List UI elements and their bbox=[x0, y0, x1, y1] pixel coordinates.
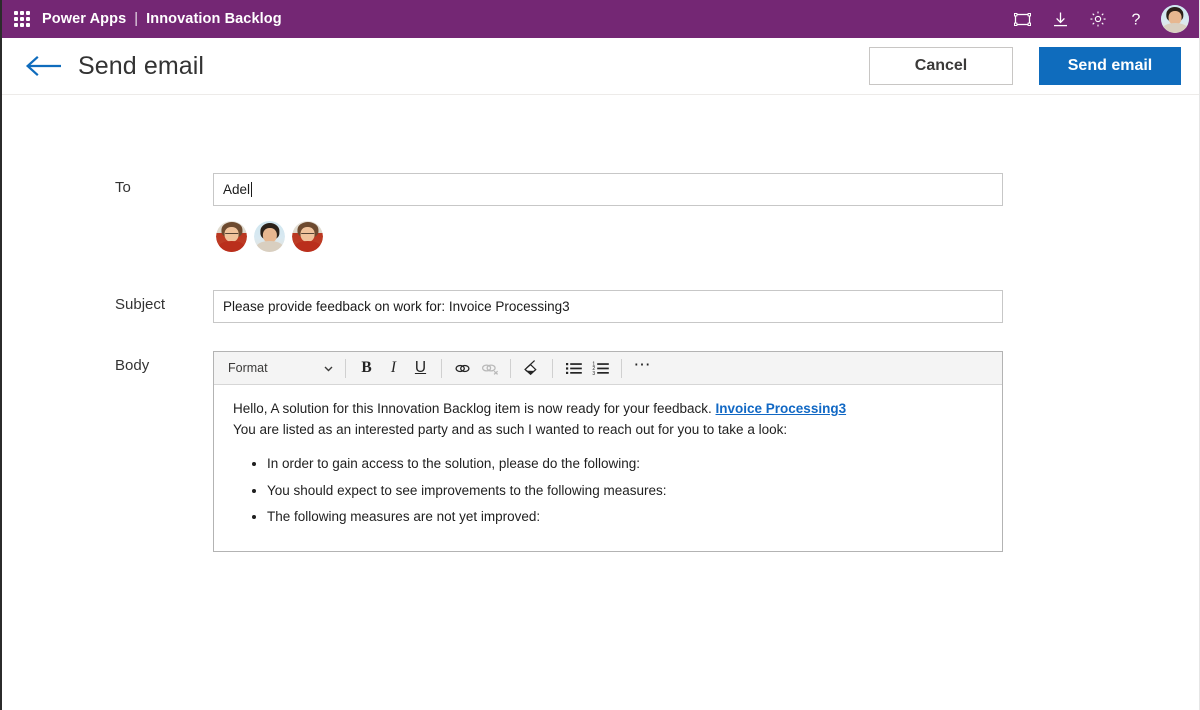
app-name: Power Apps bbox=[42, 11, 127, 27]
toolbar-divider bbox=[621, 358, 622, 378]
fit-to-screen-icon[interactable] bbox=[1003, 0, 1041, 38]
brand-title[interactable]: Power Apps | Innovation Backlog bbox=[42, 11, 282, 27]
body-label: Body bbox=[115, 357, 150, 374]
toolbar-divider bbox=[345, 358, 346, 378]
svg-text:?: ? bbox=[1132, 12, 1141, 29]
numbered-list-icon[interactable]: 1 2 3 bbox=[587, 355, 614, 382]
to-input[interactable]: Adel bbox=[213, 173, 1003, 206]
brand-separator: | bbox=[134, 11, 139, 27]
app-launcher-icon[interactable] bbox=[2, 0, 42, 38]
format-dropdown[interactable]: Format bbox=[220, 355, 338, 382]
waffle-grid bbox=[14, 11, 30, 27]
editor-toolbar: Format B I U 1 2 3 ⋯ bbox=[214, 352, 1002, 385]
toolbar-divider bbox=[510, 358, 511, 378]
to-label: To bbox=[115, 179, 131, 196]
page-title: Send email bbox=[78, 51, 205, 80]
body-row: Body Format B I U 1 2 3 ⋯ Hello, A solut… bbox=[2, 351, 1199, 552]
avatar-photo bbox=[1161, 5, 1189, 33]
recipient-list bbox=[213, 221, 1003, 252]
body-line-1: Hello, A solution for this Innovation Ba… bbox=[233, 399, 984, 420]
chevron-down-icon bbox=[324, 366, 333, 371]
body-bullet-list: In order to gain access to the solution,… bbox=[233, 454, 984, 528]
subject-input-value: Please provide feedback on work for: Inv… bbox=[223, 299, 570, 314]
subject-input[interactable]: Please provide feedback on work for: Inv… bbox=[213, 290, 1003, 323]
recipient-avatar-1[interactable] bbox=[216, 221, 247, 252]
body-line-2: You are listed as an interested party an… bbox=[233, 421, 788, 437]
recipient-photo-3 bbox=[292, 221, 323, 252]
suite-bar: Power Apps | Innovation Backlog ? bbox=[2, 0, 1199, 38]
link-icon[interactable] bbox=[449, 355, 476, 382]
environment-name: Innovation Backlog bbox=[146, 11, 282, 27]
command-bar-actions: Cancel Send email bbox=[869, 47, 1181, 85]
body-line-1-text: Hello, A solution for this Innovation Ba… bbox=[233, 401, 716, 416]
help-icon[interactable]: ? bbox=[1117, 0, 1155, 38]
body-field-column: Format B I U 1 2 3 ⋯ Hello, A solution f… bbox=[213, 351, 1003, 552]
cancel-button[interactable]: Cancel bbox=[869, 47, 1013, 85]
format-painter-icon[interactable] bbox=[518, 355, 545, 382]
app-window: Power Apps | Innovation Backlog ? Send e… bbox=[0, 0, 1200, 710]
avatar[interactable] bbox=[1161, 5, 1189, 33]
email-form: To Adel Subject Please provide feedback … bbox=[2, 95, 1199, 710]
italic-button[interactable]: I bbox=[380, 355, 407, 382]
subject-field-column: Please provide feedback on work for: Inv… bbox=[213, 290, 1003, 323]
toolbar-divider bbox=[441, 358, 442, 378]
list-item: In order to gain access to the solution,… bbox=[267, 454, 984, 475]
subject-row: Subject Please provide feedback on work … bbox=[2, 290, 1199, 323]
format-dropdown-label: Format bbox=[228, 361, 268, 375]
command-bar: Send email Cancel Send email bbox=[2, 38, 1199, 95]
invoice-processing-link[interactable]: Invoice Processing3 bbox=[716, 401, 847, 416]
to-field-column: Adel bbox=[213, 173, 1003, 252]
rich-text-editor: Format B I U 1 2 3 ⋯ Hello, A solution f… bbox=[213, 351, 1003, 552]
toolbar-divider bbox=[552, 358, 553, 378]
recipient-avatar-2[interactable] bbox=[254, 221, 285, 252]
bulleted-list-icon[interactable] bbox=[560, 355, 587, 382]
editor-content[interactable]: Hello, A solution for this Innovation Ba… bbox=[214, 385, 1002, 551]
list-item: The following measures are not yet impro… bbox=[267, 507, 984, 528]
to-input-value: Adel bbox=[223, 182, 251, 197]
recipient-photo-2 bbox=[254, 221, 285, 252]
back-arrow-icon[interactable] bbox=[24, 46, 64, 86]
underline-button[interactable]: U bbox=[407, 355, 434, 382]
to-row: To Adel bbox=[2, 173, 1199, 252]
download-icon[interactable] bbox=[1041, 0, 1079, 38]
text-cursor bbox=[251, 182, 253, 197]
subject-label: Subject bbox=[115, 296, 166, 313]
gear-icon[interactable] bbox=[1079, 0, 1117, 38]
list-item: You should expect to see improvements to… bbox=[267, 481, 984, 502]
recipient-avatar-3[interactable] bbox=[292, 221, 323, 252]
send-email-button[interactable]: Send email bbox=[1039, 47, 1181, 85]
svg-text:3: 3 bbox=[592, 370, 595, 375]
unlink-icon bbox=[476, 355, 503, 382]
suite-bar-icons: ? bbox=[1003, 0, 1189, 38]
more-options-button[interactable]: ⋯ bbox=[629, 352, 656, 385]
bold-button[interactable]: B bbox=[353, 355, 380, 382]
recipient-photo-1 bbox=[216, 221, 247, 252]
